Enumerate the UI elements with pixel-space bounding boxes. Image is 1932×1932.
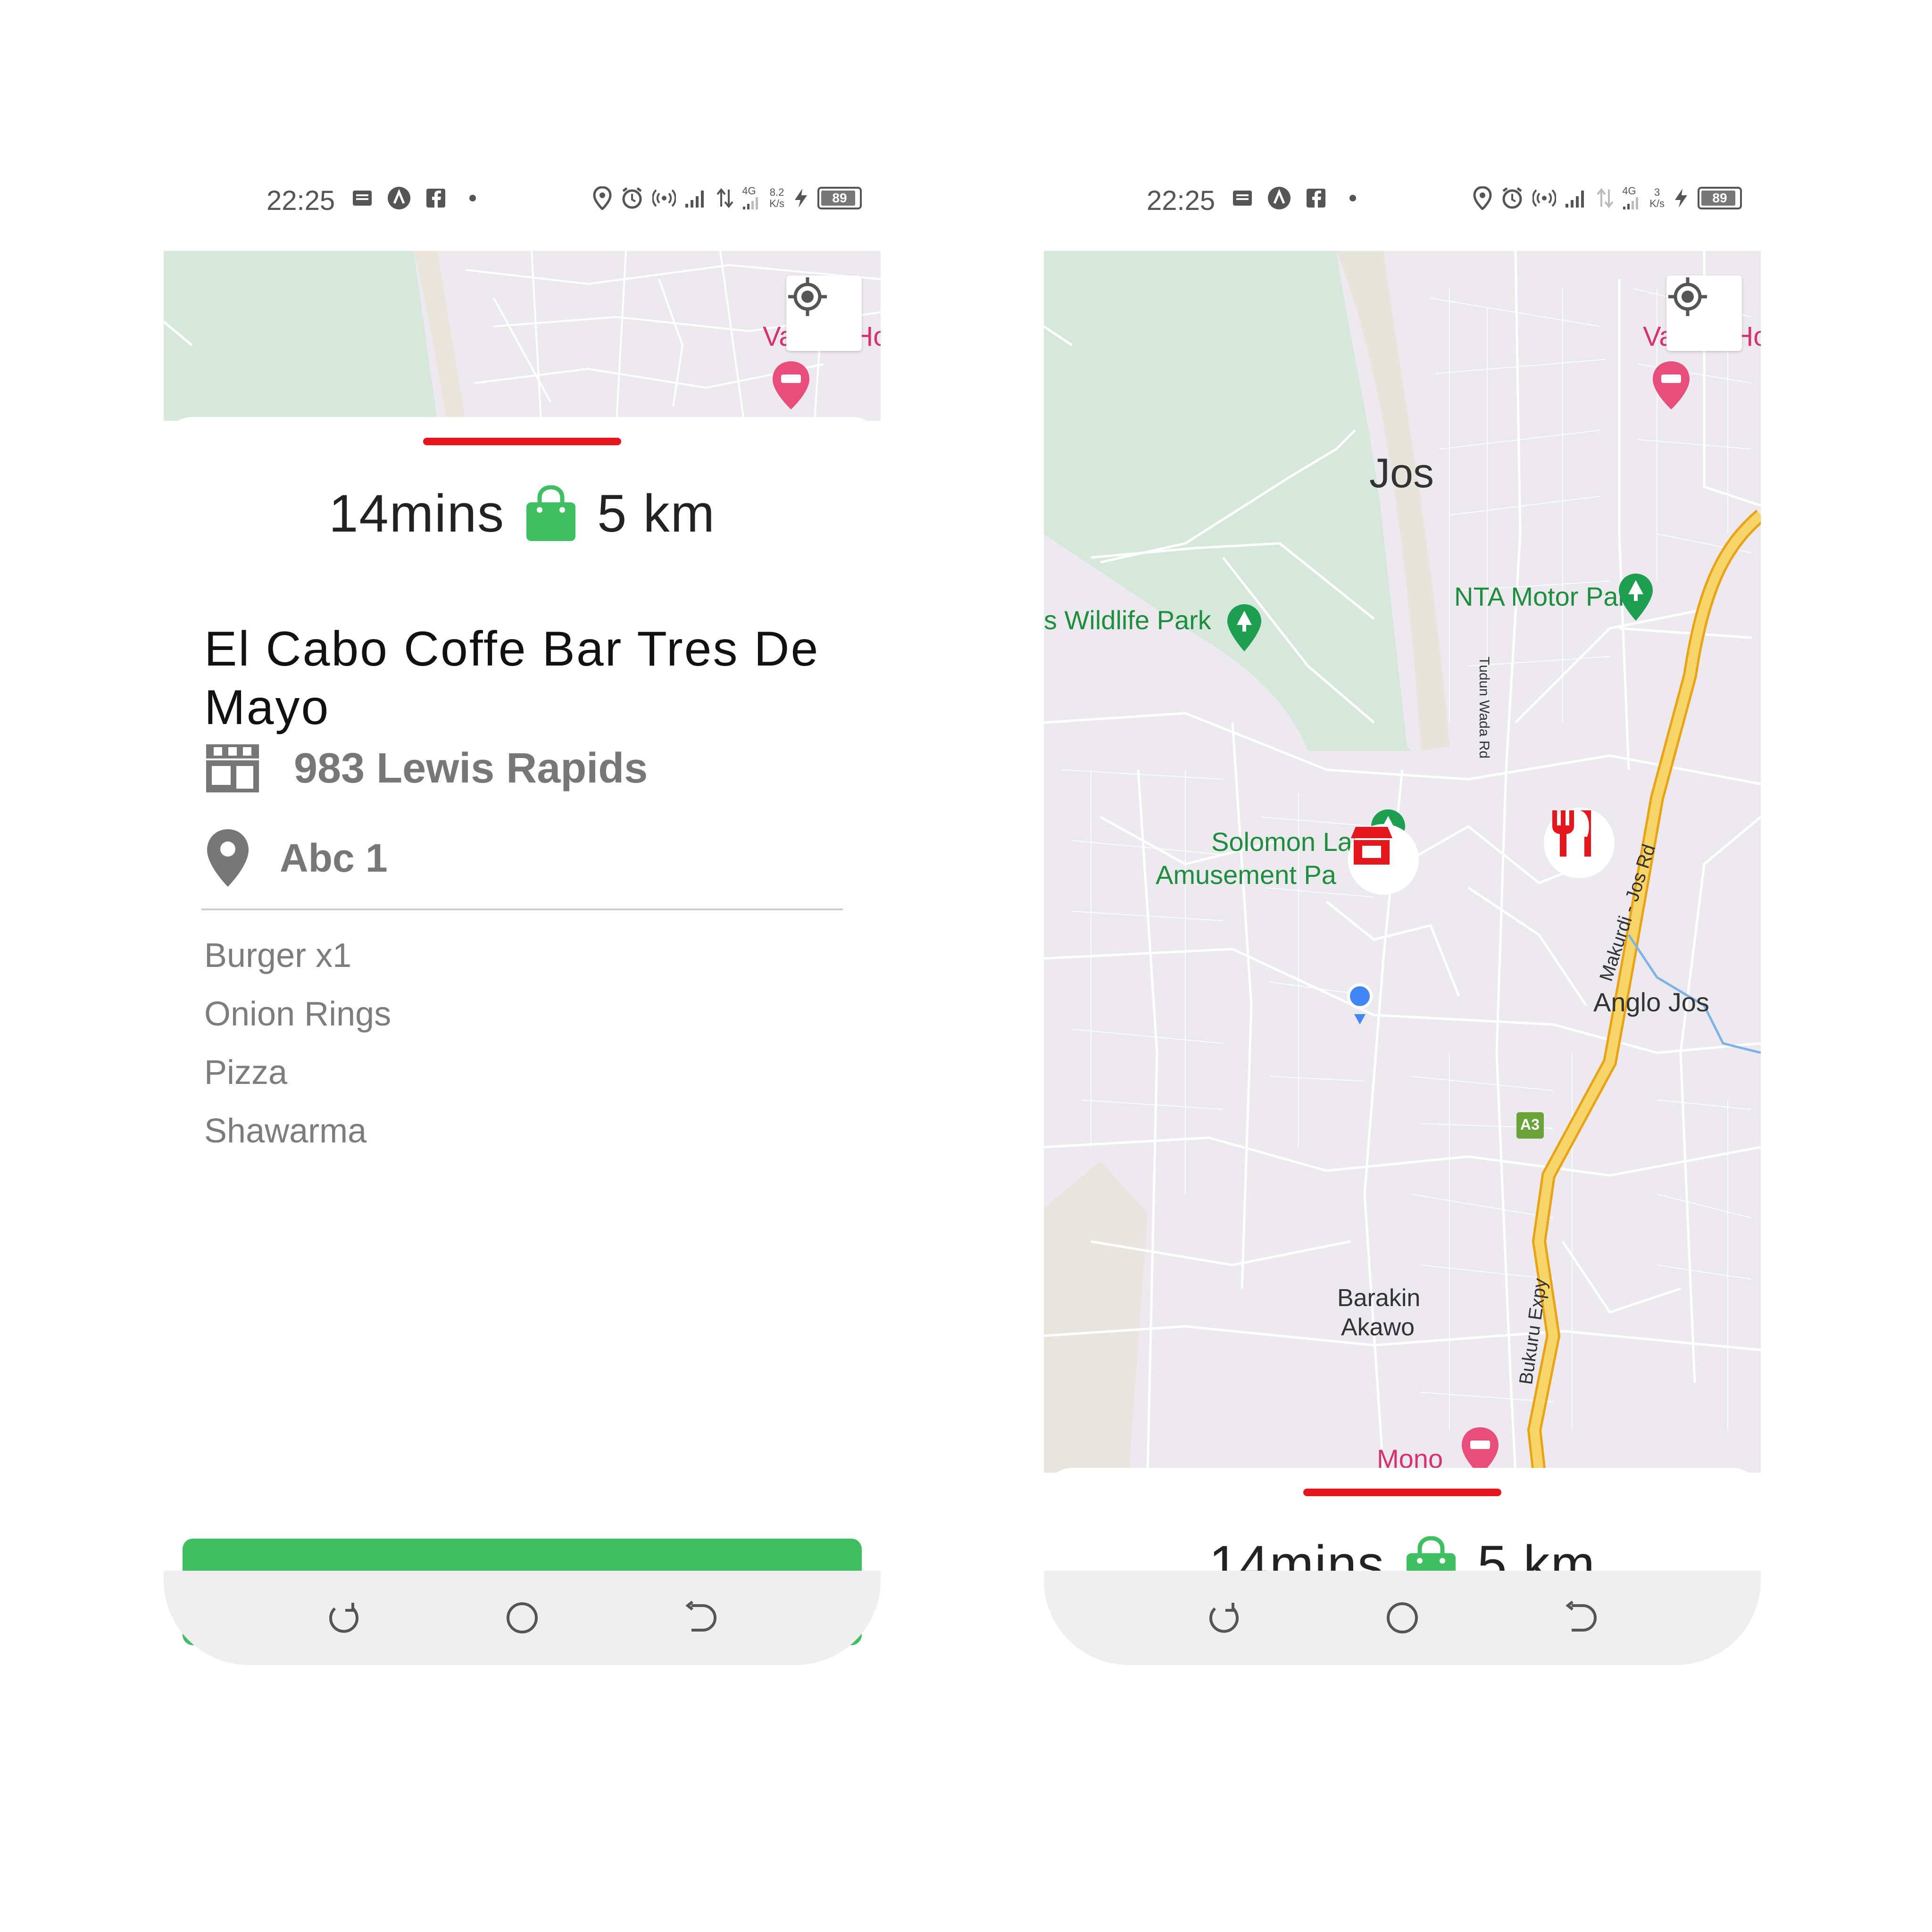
- dot-icon: [1341, 186, 1365, 210]
- charging-icon: [793, 186, 809, 210]
- status-bar: 22:25: [164, 153, 881, 251]
- map-view[interactable]: Jos s Wildlife Park NTA Motor Park Solom…: [1044, 251, 1761, 1473]
- network-4g-icon: 4G: [1622, 186, 1641, 210]
- facebook-icon: [424, 186, 448, 210]
- phone-right-screen: 22:25 4G 3 K/s 89 Jos s Wildlife Park NT…: [1044, 153, 1761, 1665]
- store-name: El Cabo Coffe Bar Tres De Mayo: [204, 622, 820, 735]
- network-4g-icon: 4G: [742, 186, 761, 210]
- battery-indicator: 89: [817, 187, 862, 209]
- map-view[interactable]: Valada Ho: [164, 251, 881, 421]
- charging-icon: [1673, 186, 1689, 210]
- my-location-button[interactable]: [1666, 275, 1742, 351]
- system-nav-bar: [1044, 1571, 1761, 1665]
- map-label-nta: NTA Motor Park: [1454, 582, 1641, 611]
- order-items-list: Burger x1 Onion Rings Pizza Shawarma: [204, 926, 391, 1160]
- back-icon[interactable]: [680, 1597, 722, 1639]
- order-item: Onion Rings: [204, 995, 391, 1033]
- facebook-icon: [1304, 186, 1328, 210]
- map-label-barakin-line2: Akawo: [1341, 1314, 1415, 1341]
- gps-target-icon: [1668, 277, 1707, 316]
- recents-icon[interactable]: [1203, 1597, 1244, 1639]
- net-speed: 8.2 K/s: [769, 186, 784, 209]
- phone-left-screen: 22:25 4G 8.2 K/s 89 H 14mins 5 km El Cab…: [164, 153, 881, 1665]
- restaurant-marker-icon[interactable]: [1544, 808, 1615, 878]
- status-time: 22:25: [266, 185, 335, 216]
- order-item: Pizza: [204, 1054, 288, 1091]
- gps-target-icon: [788, 277, 827, 316]
- status-time: 22:25: [1147, 185, 1216, 216]
- notification-message-icon: [350, 186, 375, 210]
- map-label-a3: A3: [1520, 1116, 1540, 1133]
- my-location-button[interactable]: [786, 275, 862, 351]
- shopping-bag-icon: [526, 485, 576, 541]
- location-status-icon: [593, 186, 612, 210]
- map-label-barakin-line1: Barakin: [1337, 1284, 1421, 1312]
- map-label-solomon-line1: Solomon Lar: [1211, 827, 1361, 857]
- back-icon[interactable]: [1560, 1597, 1602, 1639]
- location-pin-icon: [207, 829, 249, 887]
- location-status-icon: [1473, 186, 1492, 210]
- alarm-icon: [1500, 186, 1524, 210]
- order-item: Shawarma: [204, 1112, 367, 1150]
- signal-icon: [684, 186, 708, 210]
- notification-message-icon: [1230, 186, 1255, 210]
- location-name: Abc 1: [280, 835, 388, 880]
- hotspot-icon: [1532, 186, 1557, 210]
- app-logo-icon: [387, 186, 411, 210]
- dot-icon: [460, 186, 485, 210]
- data-transfer-icon: [1597, 186, 1614, 210]
- map-label-solomon-line2: Amusement Pa: [1156, 860, 1336, 890]
- store-marker-icon[interactable]: [1348, 824, 1419, 895]
- hotspot-icon: [652, 186, 676, 210]
- store-address: 983 Lewis Rapids: [294, 744, 648, 792]
- eta-text: 14mins: [329, 484, 505, 543]
- store-icon: [206, 744, 259, 792]
- app-logo-icon: [1267, 186, 1291, 210]
- sheet-drag-handle[interactable]: [423, 438, 621, 445]
- map-label-anglo: Anglo Jos: [1593, 987, 1709, 1017]
- recents-icon[interactable]: [323, 1597, 364, 1639]
- system-nav-bar: [164, 1571, 881, 1665]
- section-divider: [201, 908, 843, 910]
- map-label-wildlife: s Wildlife Park: [1044, 605, 1211, 635]
- signal-icon: [1565, 186, 1588, 210]
- net-speed: 3 K/s: [1649, 186, 1665, 209]
- order-details-sheet: 14mins 5 km El Cabo Coffe Bar Tres De Ma…: [164, 417, 881, 1665]
- home-icon[interactable]: [501, 1597, 543, 1639]
- status-bar: 22:25: [1044, 153, 1761, 251]
- map-label-city: Jos: [1369, 450, 1434, 496]
- distance-text: 5 km: [597, 484, 716, 543]
- order-item: Burger x1: [204, 937, 352, 974]
- map-label-tudun: Tudun Wada Rd: [1476, 657, 1492, 759]
- home-icon[interactable]: [1382, 1597, 1423, 1639]
- data-transfer-icon: [716, 186, 733, 210]
- sheet-drag-handle[interactable]: [1303, 1489, 1501, 1496]
- alarm-icon: [620, 186, 644, 210]
- battery-indicator: 89: [1698, 187, 1742, 209]
